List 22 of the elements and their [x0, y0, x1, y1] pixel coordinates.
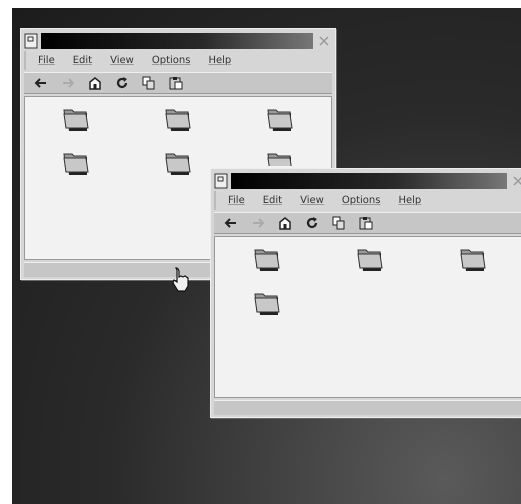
paste-icon[interactable] — [169, 76, 183, 90]
paste-icon[interactable] — [359, 216, 373, 230]
copy-icon[interactable] — [142, 76, 156, 90]
reload-icon[interactable] — [115, 76, 129, 90]
menu-item[interactable]: Edit — [72, 55, 92, 66]
menu-item[interactable]: Help — [398, 195, 422, 206]
back-arrow-icon[interactable] — [224, 216, 238, 230]
home-icon[interactable] — [88, 76, 102, 90]
back-arrow-icon[interactable] — [34, 76, 48, 90]
menu-item[interactable]: File — [228, 195, 245, 206]
window-menu-icon[interactable] — [24, 33, 38, 49]
menu-item[interactable]: View — [110, 55, 134, 66]
menu-item[interactable]: Options — [152, 55, 190, 66]
menu-item[interactable]: Help — [208, 55, 232, 66]
menu-item[interactable]: File — [38, 55, 55, 66]
menu-item[interactable]: Edit — [262, 195, 282, 206]
menu-item[interactable]: View — [300, 195, 324, 206]
window-menu-icon[interactable] — [214, 173, 228, 189]
menu-item[interactable]: Options — [342, 195, 380, 206]
copy-icon[interactable] — [332, 216, 346, 230]
home-icon[interactable] — [278, 216, 292, 230]
reload-icon[interactable] — [305, 216, 319, 230]
